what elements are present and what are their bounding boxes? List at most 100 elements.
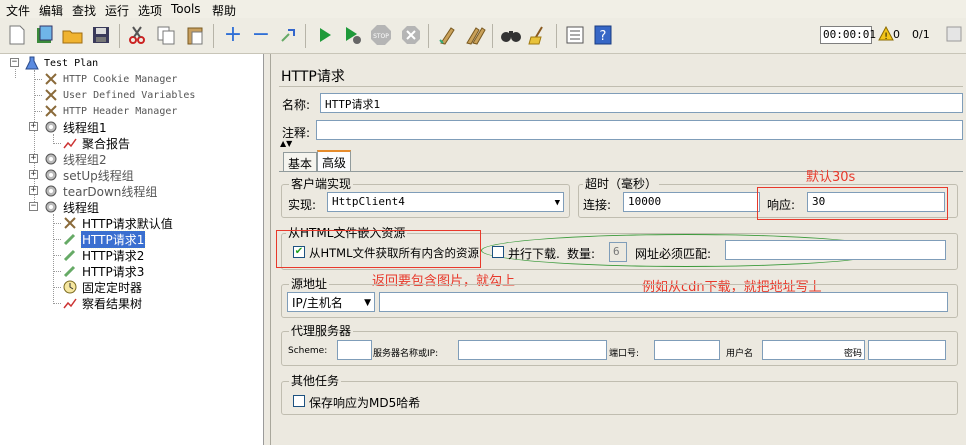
tree-item-aggregate-report[interactable]: 聚合报告 (62, 135, 131, 151)
connect-timeout-label: 连接: (583, 198, 612, 212)
tree-item-label: HTTP Cookie Manager (63, 73, 178, 85)
tree-item-header-manager[interactable]: HTTP Header Manager (43, 103, 178, 119)
tree-item-teardown-thread-group[interactable]: tearDown线程组 (43, 183, 158, 199)
comment-field[interactable] (316, 120, 963, 140)
toggle-icon[interactable] (278, 24, 300, 46)
menu-edit[interactable]: 编辑 (39, 2, 63, 19)
source-address-title: 源地址 (289, 275, 330, 292)
parallel-downloads-label: 并行下载. (508, 247, 560, 261)
tree-expand-toggle[interactable]: + (29, 170, 38, 179)
proxy-port-field[interactable] (654, 340, 720, 360)
broom-icon[interactable] (528, 24, 550, 46)
connect-timeout-field[interactable]: 10000 (623, 192, 760, 212)
new-icon[interactable] (6, 24, 28, 46)
function-helper-icon[interactable] (564, 24, 586, 46)
tree-item-label: 线程组1 (63, 120, 107, 135)
menu-file[interactable]: 文件 (6, 2, 30, 19)
tab-advanced[interactable]: 高级 (317, 150, 352, 171)
tree-item-view-results-tree[interactable]: 察看结果树 (62, 295, 143, 311)
implementation-select[interactable]: HttpClient4 ▼ (327, 192, 564, 212)
tree-item-http-request-3[interactable]: HTTP请求3 (62, 263, 145, 279)
scheme-label: Scheme: (288, 346, 328, 356)
help-icon[interactable]: ? (592, 24, 614, 46)
proxy-server-title: 代理服务器 (289, 322, 354, 339)
tree-expand-toggle[interactable]: + (29, 186, 38, 195)
tree-item-label: 线程组 (63, 200, 100, 215)
svg-text:STOP: STOP (373, 33, 389, 40)
tree-item-label: 聚合报告 (82, 136, 131, 151)
proxy-port-label: 端口号: (609, 349, 640, 359)
urls-must-match-label: 网址必须匹配: (635, 247, 712, 261)
tree-expand-toggle[interactable]: + (29, 122, 38, 131)
tree-item-test-plan[interactable]: Test Plan (24, 55, 99, 71)
menu-run[interactable]: 运行 (105, 2, 129, 19)
scheme-field[interactable] (337, 340, 372, 360)
expand-icon[interactable]: + (222, 24, 244, 46)
tree-item-thread-group-2[interactable]: 线程组2 (43, 151, 108, 167)
menu-help[interactable]: 帮助 (212, 2, 236, 19)
shutdown-icon[interactable] (400, 24, 422, 46)
md5-checkbox[interactable] (293, 395, 305, 407)
menu-search[interactable]: 查找 (72, 2, 96, 19)
tools-icon (43, 87, 59, 103)
chevron-down-icon: ▼ (554, 198, 560, 208)
source-type-select[interactable]: IP/主机名 ▼ (287, 292, 375, 312)
gear-icon (43, 167, 59, 183)
templates-icon[interactable] (34, 24, 56, 46)
save-icon[interactable] (90, 24, 112, 46)
implementation-selected-value: HttpClient4 (332, 195, 405, 208)
gear-icon (43, 119, 59, 135)
proxy-password-field[interactable] (868, 340, 946, 360)
stop-icon[interactable]: STOP (370, 24, 392, 46)
clear-all-icon[interactable] (464, 24, 486, 46)
retrieve-all-checkbox[interactable]: ✔ (293, 246, 305, 258)
parallel-downloads-checkbox[interactable] (492, 246, 504, 258)
source-address-field[interactable] (379, 292, 948, 312)
tree-item-http-request-1[interactable]: HTTP请求1 (62, 229, 147, 249)
tree-collapse-toggle[interactable]: − (29, 202, 38, 211)
tree-item-setup-thread-group[interactable]: setUp线程组 (43, 167, 135, 183)
parallel-count-field[interactable]: 6 (609, 242, 627, 262)
tree-item-user-defined-variables[interactable]: User Defined Variables (43, 87, 196, 103)
tree-collapse-toggle[interactable]: − (10, 58, 19, 67)
tree-item-thread-group[interactable]: 线程组 (43, 199, 100, 215)
pipette-icon (62, 263, 78, 279)
start-icon[interactable] (314, 24, 336, 46)
tree-item-http-defaults[interactable]: HTTP请求默认值 (62, 215, 174, 231)
other-tasks-title: 其他任务 (289, 372, 342, 389)
client-implementation-title: 客户端实现 (289, 175, 354, 192)
checkmark-icon: ✔ (294, 246, 304, 257)
paste-icon[interactable] (184, 24, 206, 46)
menu-tools[interactable]: Tools (171, 2, 201, 16)
implementation-label: 实现: (288, 198, 317, 212)
tree-expand-toggle[interactable]: + (29, 154, 38, 163)
collapse-icon[interactable]: − (250, 24, 272, 46)
name-field[interactable]: HTTP请求1 (320, 93, 963, 113)
tree-item-cookie-manager[interactable]: HTTP Cookie Manager (43, 71, 178, 87)
parallel-count-label: 数量: (567, 247, 596, 261)
clear-icon[interactable] (436, 24, 458, 46)
proxy-server-name-label: 服务器名称或IP: (373, 349, 439, 359)
tree-item-constant-timer[interactable]: 固定定时器 (62, 279, 143, 295)
tree-item-http-request-2[interactable]: HTTP请求2 (62, 247, 145, 263)
tree-item-thread-group-1[interactable]: 线程组1 (43, 119, 108, 135)
copy-icon[interactable] (155, 24, 177, 46)
warning-icon[interactable]: ! (878, 25, 894, 42)
open-icon[interactable] (62, 24, 84, 46)
binoculars-icon[interactable] (500, 24, 522, 46)
tree-item-label: tearDown线程组 (63, 184, 158, 199)
panel-title: HTTP请求 (281, 69, 345, 85)
cut-icon[interactable] (126, 24, 148, 46)
test-plan-tree: − Test Plan HTTP Cookie Manager User Def… (0, 54, 264, 445)
menu-options[interactable]: 选项 (138, 2, 162, 19)
clock-icon (62, 279, 78, 295)
http-request-panel: HTTP请求 名称: HTTP请求1 注释: ▲▼ 基本 高级 客户端实现 实现… (271, 54, 966, 445)
urls-must-match-field[interactable] (725, 240, 946, 260)
start-no-pause-icon[interactable] (342, 24, 364, 46)
gear-icon (43, 183, 59, 199)
split-handle-icon[interactable]: ▲▼ (280, 140, 292, 148)
tree-item-label: User Defined Variables (63, 89, 196, 101)
proxy-server-name-field[interactable] (458, 340, 607, 360)
tab-basic[interactable]: 基本 (283, 152, 318, 171)
tree-item-label: 察看结果树 (82, 296, 143, 311)
